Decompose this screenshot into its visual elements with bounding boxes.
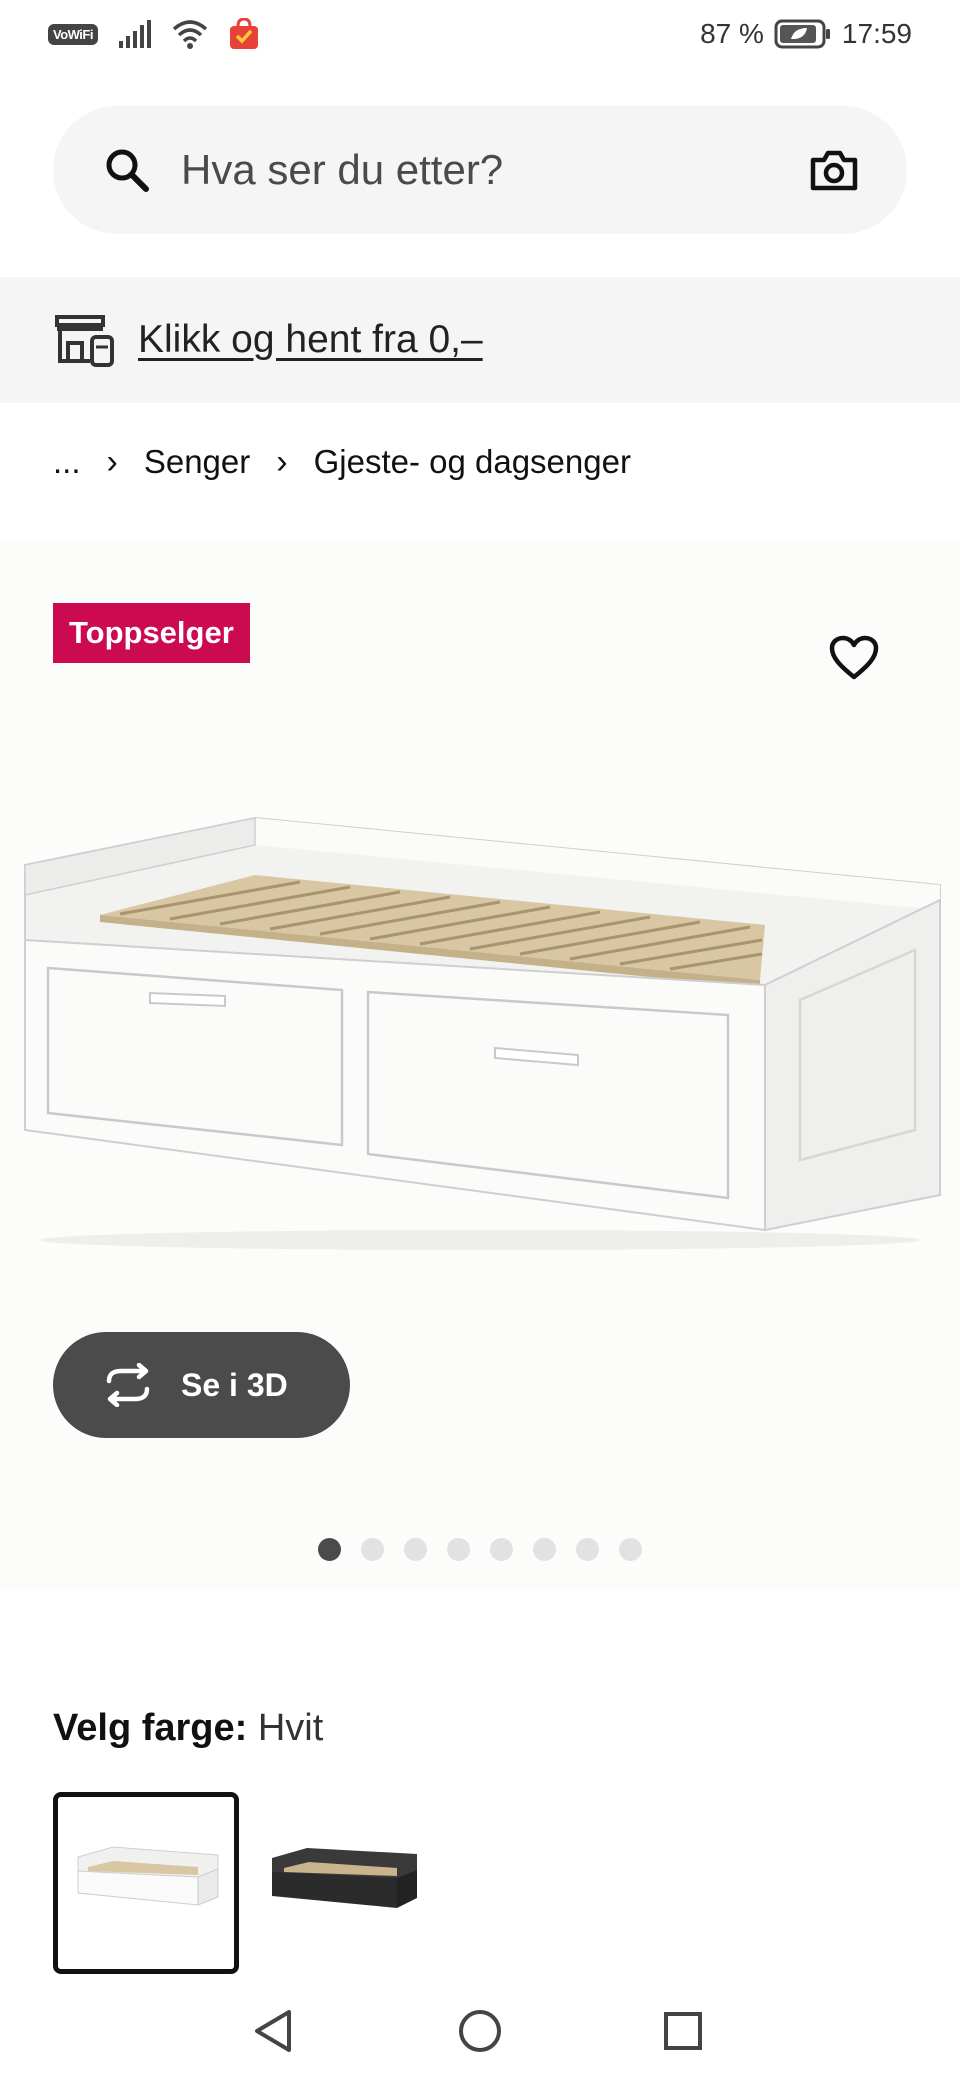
rotate-3d-icon	[106, 1363, 150, 1407]
breadcrumb: ... › Senger › Gjeste- og dagsenger	[53, 438, 631, 486]
favorite-button[interactable]	[820, 624, 888, 692]
carousel-dot[interactable]	[447, 1538, 470, 1561]
system-nav-bar	[0, 1980, 960, 2080]
breadcrumb-ellipsis[interactable]: ...	[53, 443, 81, 481]
recents-button[interactable]	[656, 2004, 710, 2058]
product-image-daybed[interactable]	[10, 800, 950, 1260]
click-collect-link[interactable]: Klikk og hent fra 0,–	[138, 317, 483, 363]
breadcrumb-gjeste-og-dagsenger[interactable]: Gjeste- og dagsenger	[314, 443, 631, 481]
back-button[interactable]	[246, 2004, 300, 2058]
back-icon[interactable]	[251, 2008, 295, 2054]
heart-icon[interactable]	[829, 635, 879, 681]
view-3d-button[interactable]: Se i 3D	[53, 1332, 350, 1438]
top-seller-badge: Toppselger	[53, 603, 250, 663]
color-selector-heading: Velg farge: Hvit	[53, 1704, 323, 1752]
carousel-dot[interactable]	[361, 1538, 384, 1561]
search-icon[interactable]	[103, 146, 151, 194]
color-label: Velg farge:	[53, 1707, 248, 1749]
camera-icon[interactable]	[809, 146, 859, 194]
search-input[interactable]: Hva ser du etter?	[181, 146, 503, 194]
color-value: Hvit	[257, 1707, 324, 1749]
signal-icon	[118, 20, 151, 48]
carousel-dot[interactable]	[533, 1538, 556, 1561]
status-right: 87 % 17:59	[700, 16, 912, 52]
white-daybed-thumbnail	[58, 1797, 234, 1969]
status-bar: VoWiFi 87 % 17:59	[0, 0, 960, 68]
chevron-right-icon: ›	[106, 442, 118, 481]
color-swatch-white[interactable]	[53, 1792, 239, 1974]
chevron-right-icon: ›	[276, 442, 288, 481]
status-left: VoWiFi	[48, 16, 260, 52]
black-daybed-thumbnail	[252, 1792, 438, 1974]
vowifi-indicator: VoWiFi	[48, 23, 98, 45]
carousel-dot[interactable]	[576, 1538, 599, 1561]
carousel-dot[interactable]	[490, 1538, 513, 1561]
store-icon	[55, 315, 114, 367]
wifi-icon	[172, 20, 208, 49]
carousel-dot[interactable]	[404, 1538, 427, 1561]
home-button[interactable]	[453, 2004, 507, 2058]
carousel-dot-active[interactable]	[318, 1538, 341, 1561]
clock: 17:59	[841, 18, 912, 49]
battery-icon	[774, 19, 832, 49]
search-bar[interactable]: Hva ser du etter?	[53, 106, 907, 234]
color-swatch-black[interactable]	[252, 1792, 438, 1974]
carousel-dot[interactable]	[619, 1538, 642, 1561]
view-3d-label: Se i 3D	[181, 1367, 288, 1403]
home-icon[interactable]	[457, 2008, 503, 2054]
image-carousel-dots	[318, 1538, 642, 1562]
click-collect-banner[interactable]: Klikk og hent fra 0,–	[0, 277, 960, 403]
breadcrumb-senger[interactable]: Senger	[144, 443, 250, 481]
battery-percent: 87 %	[700, 18, 764, 49]
recents-icon[interactable]	[662, 2010, 704, 2052]
shopping-app-icon	[229, 18, 258, 49]
